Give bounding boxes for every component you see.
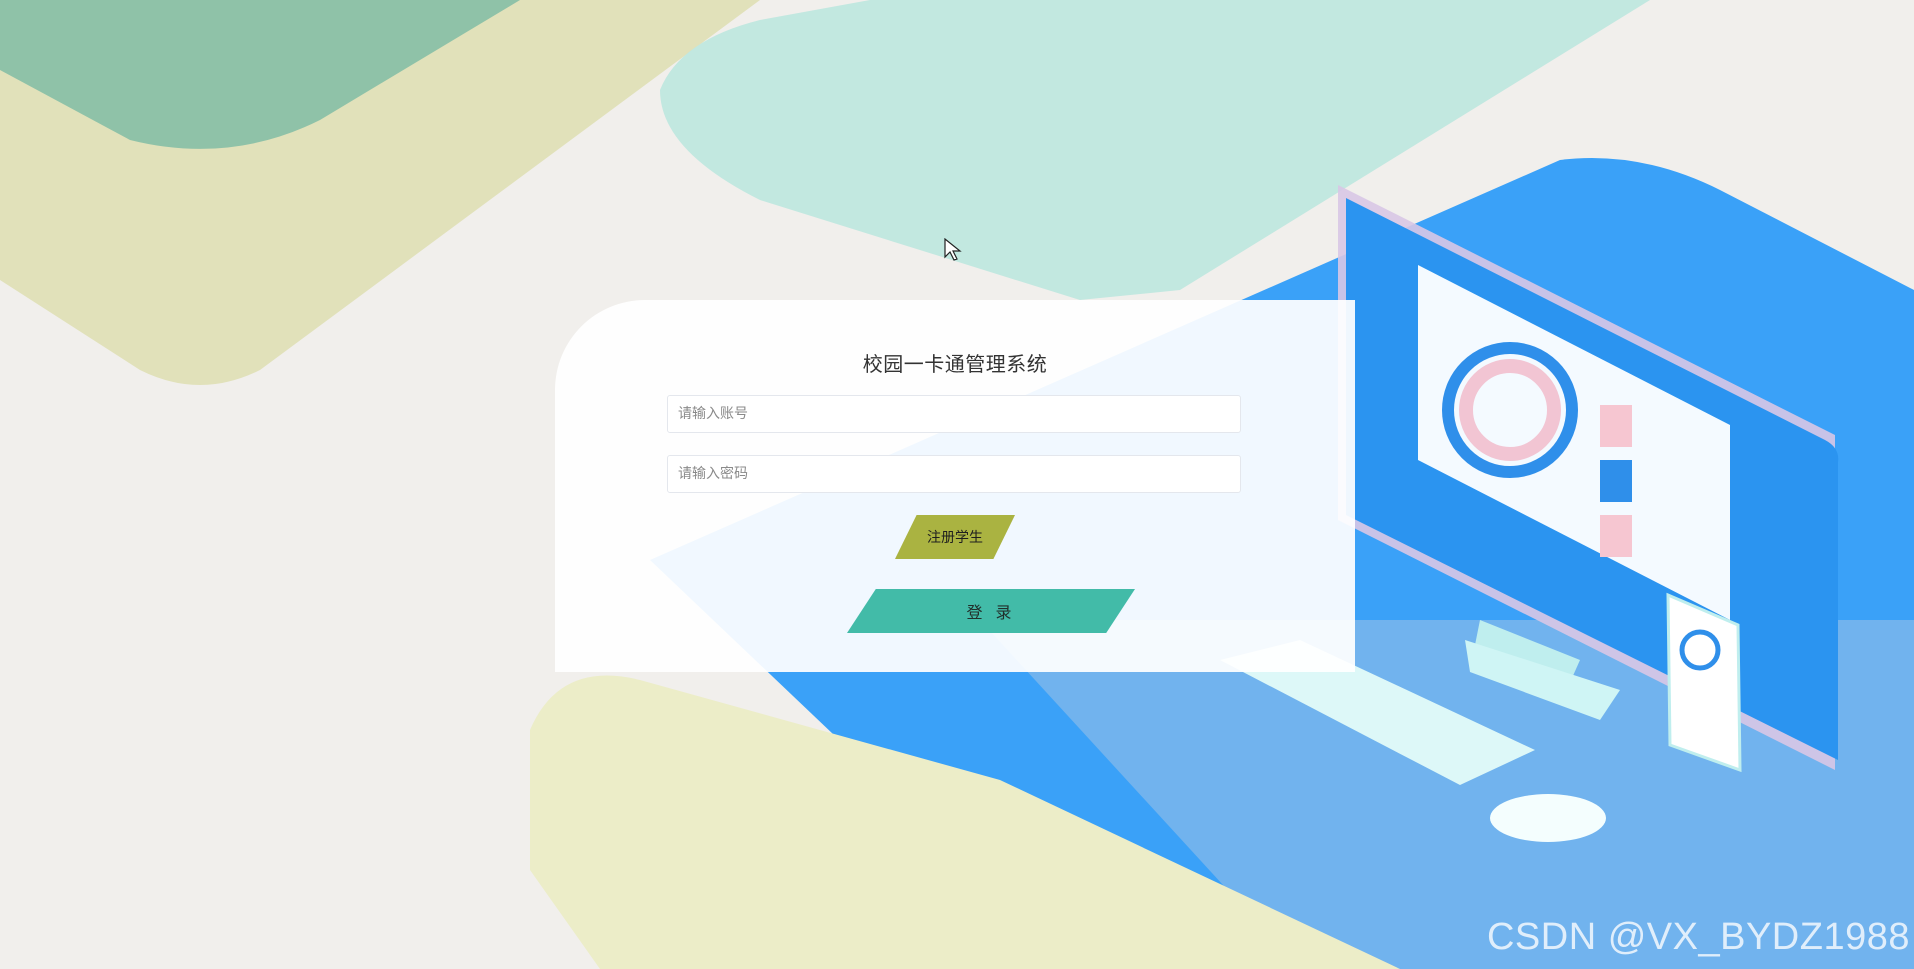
phone-shape: [1666, 592, 1742, 773]
window-pink-tile: [1600, 405, 1632, 447]
password-input[interactable]: [667, 455, 1241, 493]
login-title: 校园一卡通管理系统: [862, 352, 1048, 376]
login-button[interactable]: 登 录: [847, 589, 1135, 633]
account-input[interactable]: [667, 395, 1241, 433]
login-card: 校园一卡通管理系统 注册学生 登 录: [555, 300, 1355, 672]
mouse-shape: [1490, 794, 1606, 842]
window-blue-tile: [1600, 460, 1632, 502]
watermark: CSDN @VX_BYDZ1988: [1486, 916, 1910, 958]
mouse-cursor-icon: [944, 238, 962, 261]
register-student-button[interactable]: 注册学生: [895, 515, 1015, 559]
window-pink-tile-2: [1600, 515, 1632, 557]
login-page: 校园一卡通管理系统 注册学生 登 录 CSDN @VX_BYDZ1988: [0, 0, 1914, 969]
